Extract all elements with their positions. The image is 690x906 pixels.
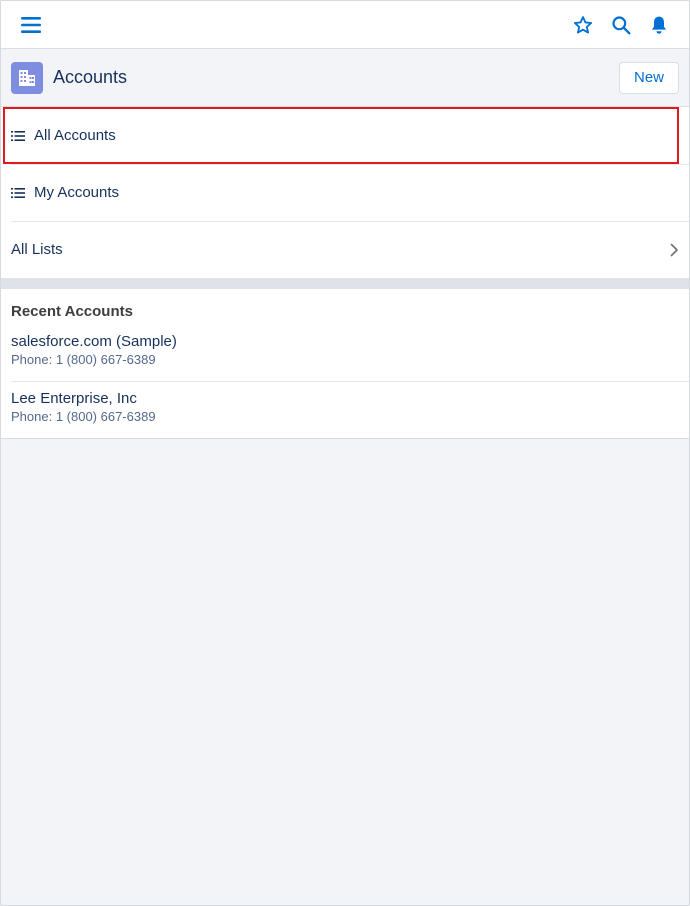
app-frame: Accounts New All Accounts My Accounts Al…	[0, 0, 690, 906]
list-view-all-accounts[interactable]: All Accounts	[3, 107, 679, 164]
account-phone: Phone: 1 (800) 667-6389	[11, 352, 156, 367]
account-name: salesforce.com (Sample)	[11, 333, 177, 350]
recent-account-item[interactable]: Lee Enterprise, Inc Phone: 1 (800) 667-6…	[1, 381, 689, 438]
account-name: Lee Enterprise, Inc	[11, 390, 137, 407]
account-phone: Phone: 1 (800) 667-6389	[11, 409, 156, 424]
list-view-my-accounts[interactable]: My Accounts	[1, 164, 689, 221]
list-views: All Accounts My Accounts All Lists	[1, 107, 689, 278]
new-button[interactable]: New	[618, 61, 679, 94]
list-view-label: My Accounts	[34, 184, 120, 201]
recent-accounts-section: Recent Accounts salesforce.com (Sample) …	[1, 289, 689, 439]
list-icon	[11, 130, 25, 142]
top-bar	[1, 1, 689, 49]
page-header: Accounts New	[1, 49, 689, 107]
list-view-label: All Accounts	[34, 127, 116, 144]
building-icon	[11, 61, 43, 94]
list-icon	[11, 187, 25, 199]
page-title: Accounts	[53, 67, 128, 87]
recent-accounts-title: Recent Accounts	[11, 303, 133, 320]
all-lists-link[interactable]: All Lists	[1, 221, 689, 278]
all-lists-label: All Lists	[11, 241, 63, 258]
section-divider	[1, 278, 689, 289]
search-icon[interactable]	[611, 15, 631, 35]
star-icon[interactable]	[573, 15, 593, 35]
chevron-right-icon	[670, 243, 679, 257]
bell-icon[interactable]	[649, 15, 669, 35]
hamburger-icon[interactable]	[21, 16, 41, 34]
recent-account-item[interactable]: salesforce.com (Sample) Phone: 1 (800) 6…	[1, 324, 689, 381]
